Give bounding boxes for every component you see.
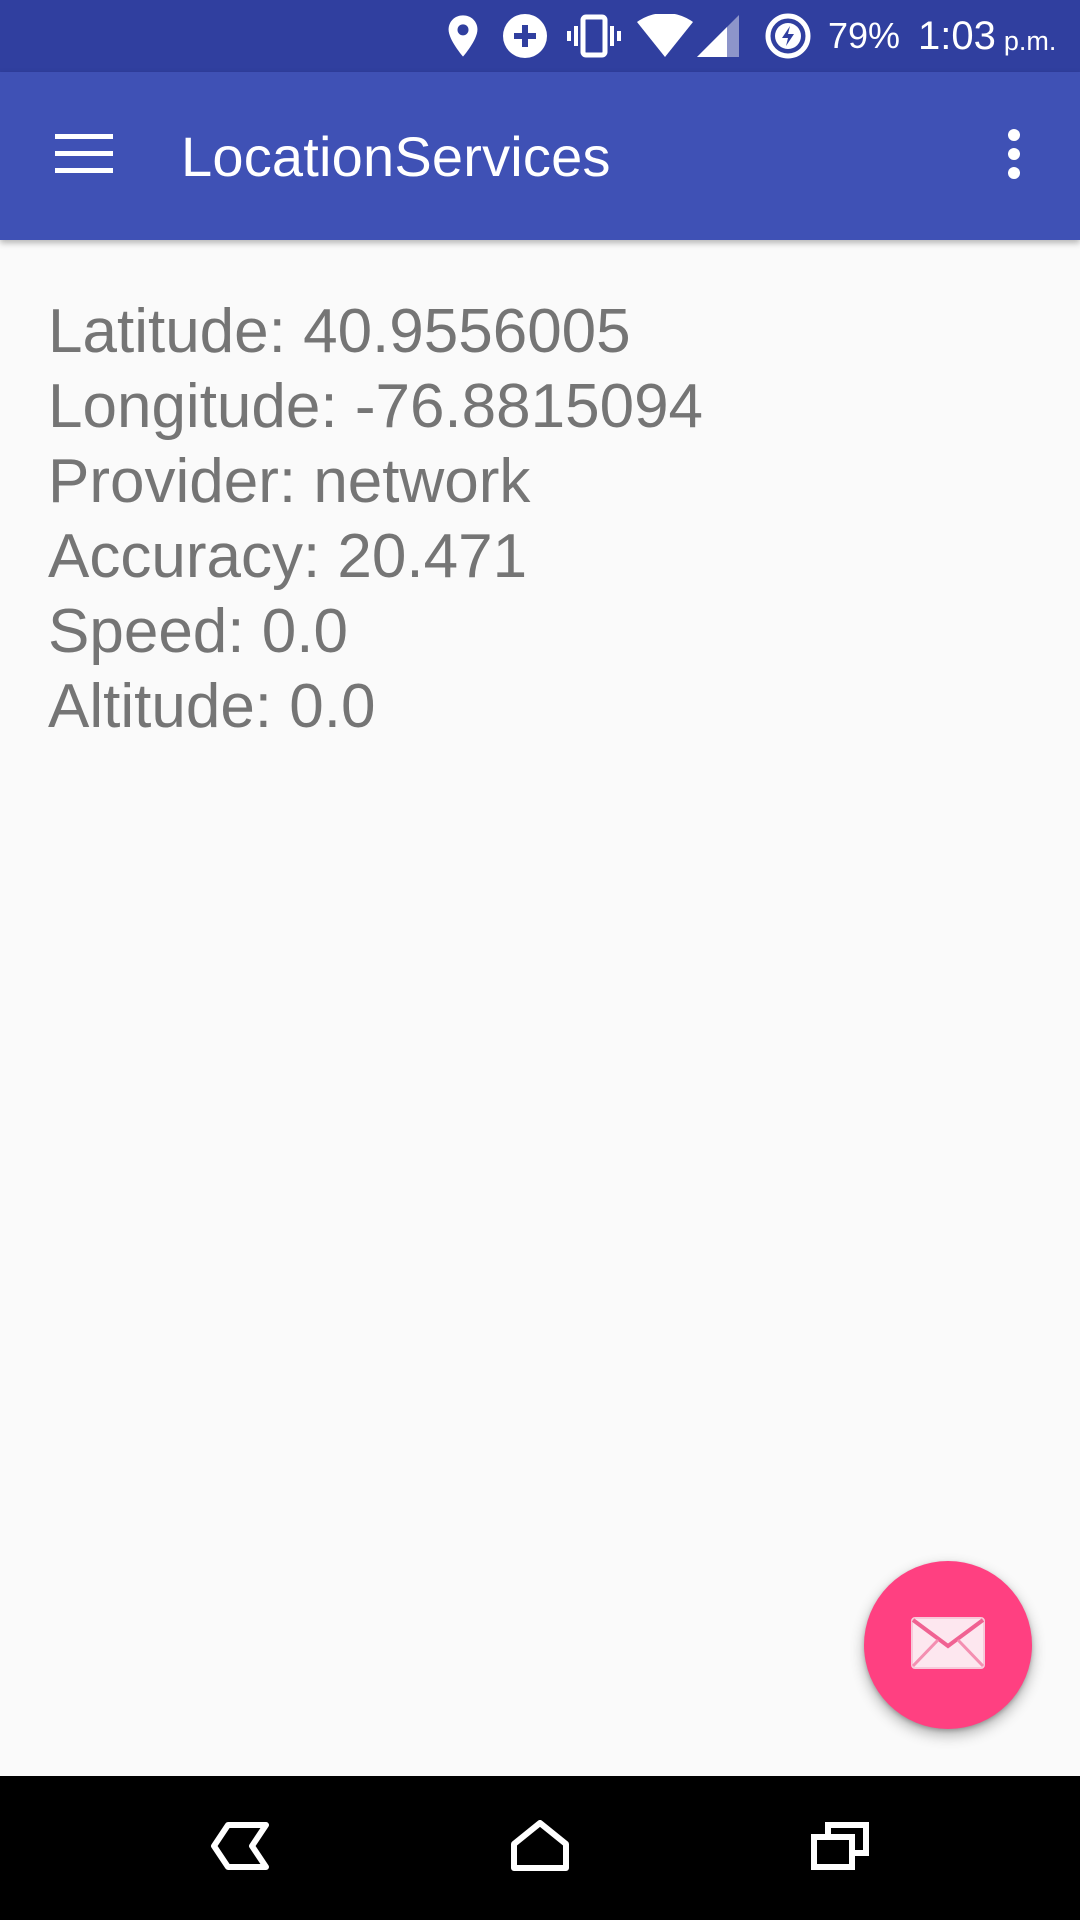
recents-button[interactable]: [760, 1776, 920, 1920]
back-icon: [210, 1821, 270, 1876]
app-title: LocationServices: [181, 124, 611, 188]
recents-icon: [810, 1821, 870, 1876]
back-button[interactable]: [160, 1776, 320, 1920]
email-icon: [910, 1616, 986, 1675]
accuracy-text: Accuracy: 20.471: [48, 522, 528, 591]
battery-saver-icon: [764, 0, 812, 72]
screen: 79% 1:03 p.m. LocationServices Latitude:…: [0, 0, 1080, 1920]
longitude-text: Longitude: -76.8815094: [48, 372, 704, 441]
altitude-text: Altitude: 0.0: [48, 672, 376, 741]
hamburger-menu-icon: [55, 133, 113, 179]
navigation-bar: [0, 1776, 1080, 1920]
status-bar: 79% 1:03 p.m.: [0, 0, 1080, 72]
wifi-icon: [636, 0, 694, 72]
location-pin-icon: [446, 0, 480, 72]
clock: 1:03 p.m.: [918, 0, 1056, 72]
more-vert-icon: [1007, 128, 1021, 184]
clock-am-pm: p.m.: [1003, 25, 1057, 56]
email-fab[interactable]: [864, 1561, 1032, 1729]
home-button[interactable]: [460, 1776, 620, 1920]
provider-text: Provider: network: [48, 447, 531, 516]
speed-text: Speed: 0.0: [48, 597, 348, 666]
cell-signal-icon: [696, 0, 740, 72]
app-bar: LocationServices: [0, 72, 1080, 240]
latitude-text: Latitude: 40.9556005: [48, 297, 631, 366]
vibrate-icon: [566, 0, 622, 72]
location-info: Latitude: 40.9556005 Longitude: -76.8815…: [48, 294, 1038, 744]
overflow-menu-button[interactable]: [984, 108, 1044, 204]
home-icon: [510, 1819, 570, 1877]
battery-percent: 79%: [828, 15, 901, 56]
menu-button[interactable]: [30, 108, 138, 204]
clock-time: 1:03: [918, 13, 996, 58]
data-saver-icon: [502, 0, 548, 72]
